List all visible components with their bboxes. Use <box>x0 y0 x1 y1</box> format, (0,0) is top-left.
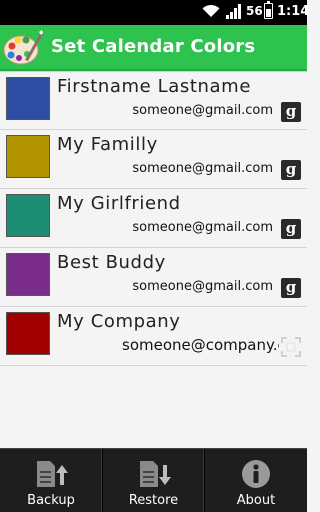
app-palette-icon <box>3 30 43 65</box>
restore-button[interactable]: Restore <box>103 449 205 512</box>
calendar-account-email: someone@gmail.com <box>132 103 273 118</box>
network-type-label: 56 <box>246 4 263 18</box>
calendar-list-item[interactable]: Firstname Lastname someone@gmail.com g <box>0 71 307 130</box>
google-icon: g <box>281 160 301 180</box>
calendar-color-swatch[interactable] <box>6 135 50 178</box>
calendar-list: Firstname Lastname someone@gmail.com g M… <box>0 71 307 366</box>
calendar-account-email: someone@company.com <box>122 336 279 354</box>
calendar-list-item[interactable]: My Familly someone@gmail.com g <box>0 130 307 189</box>
calendar-account-email: someone@gmail.com <box>132 279 273 294</box>
calendar-name: My Familly <box>57 134 158 155</box>
status-bar: 56 1:14 <box>0 0 310 25</box>
info-icon <box>242 460 270 488</box>
calendar-list-item[interactable]: My Company someone@company.com <box>0 307 307 366</box>
calendar-account-email: someone@gmail.com <box>132 161 273 176</box>
backup-button-label: Backup <box>27 493 75 508</box>
calendar-name: My Girlfriend <box>57 193 181 214</box>
calendar-color-swatch[interactable] <box>6 253 50 296</box>
restore-button-label: Restore <box>128 493 179 508</box>
backup-icon <box>37 461 68 487</box>
calendar-color-swatch[interactable] <box>6 312 50 355</box>
calendar-name: Firstname Lastname <box>57 76 251 97</box>
sync-icon <box>281 337 301 357</box>
calendar-name: My Company <box>57 311 181 332</box>
page-title: Set Calendar Colors <box>51 36 256 57</box>
google-icon: g <box>281 278 301 298</box>
bottom-action-bar: Backup Restore About <box>0 448 307 512</box>
calendar-name: Best Buddy <box>57 252 166 273</box>
calendar-color-swatch[interactable] <box>6 77 50 120</box>
signal-icon <box>226 4 241 19</box>
title-bar: Set Calendar Colors <box>0 25 307 71</box>
about-button-label: About <box>236 493 276 508</box>
calendar-list-item[interactable]: Best Buddy someone@gmail.com g <box>0 248 307 307</box>
about-button[interactable]: About <box>205 449 307 512</box>
app-screen: 56 1:14 Set Calendar Colors Firstname La… <box>0 0 310 512</box>
calendar-color-swatch[interactable] <box>6 194 50 237</box>
wifi-icon <box>202 4 220 17</box>
google-icon: g <box>281 102 301 122</box>
battery-icon <box>264 1 273 19</box>
backup-button[interactable]: Backup <box>0 449 103 512</box>
calendar-list-item[interactable]: My Girlfriend someone@gmail.com g <box>0 189 307 248</box>
restore-icon <box>139 461 171 487</box>
google-icon: g <box>281 219 301 239</box>
calendar-account-email: someone@gmail.com <box>132 220 273 235</box>
status-clock: 1:14 <box>277 4 310 19</box>
